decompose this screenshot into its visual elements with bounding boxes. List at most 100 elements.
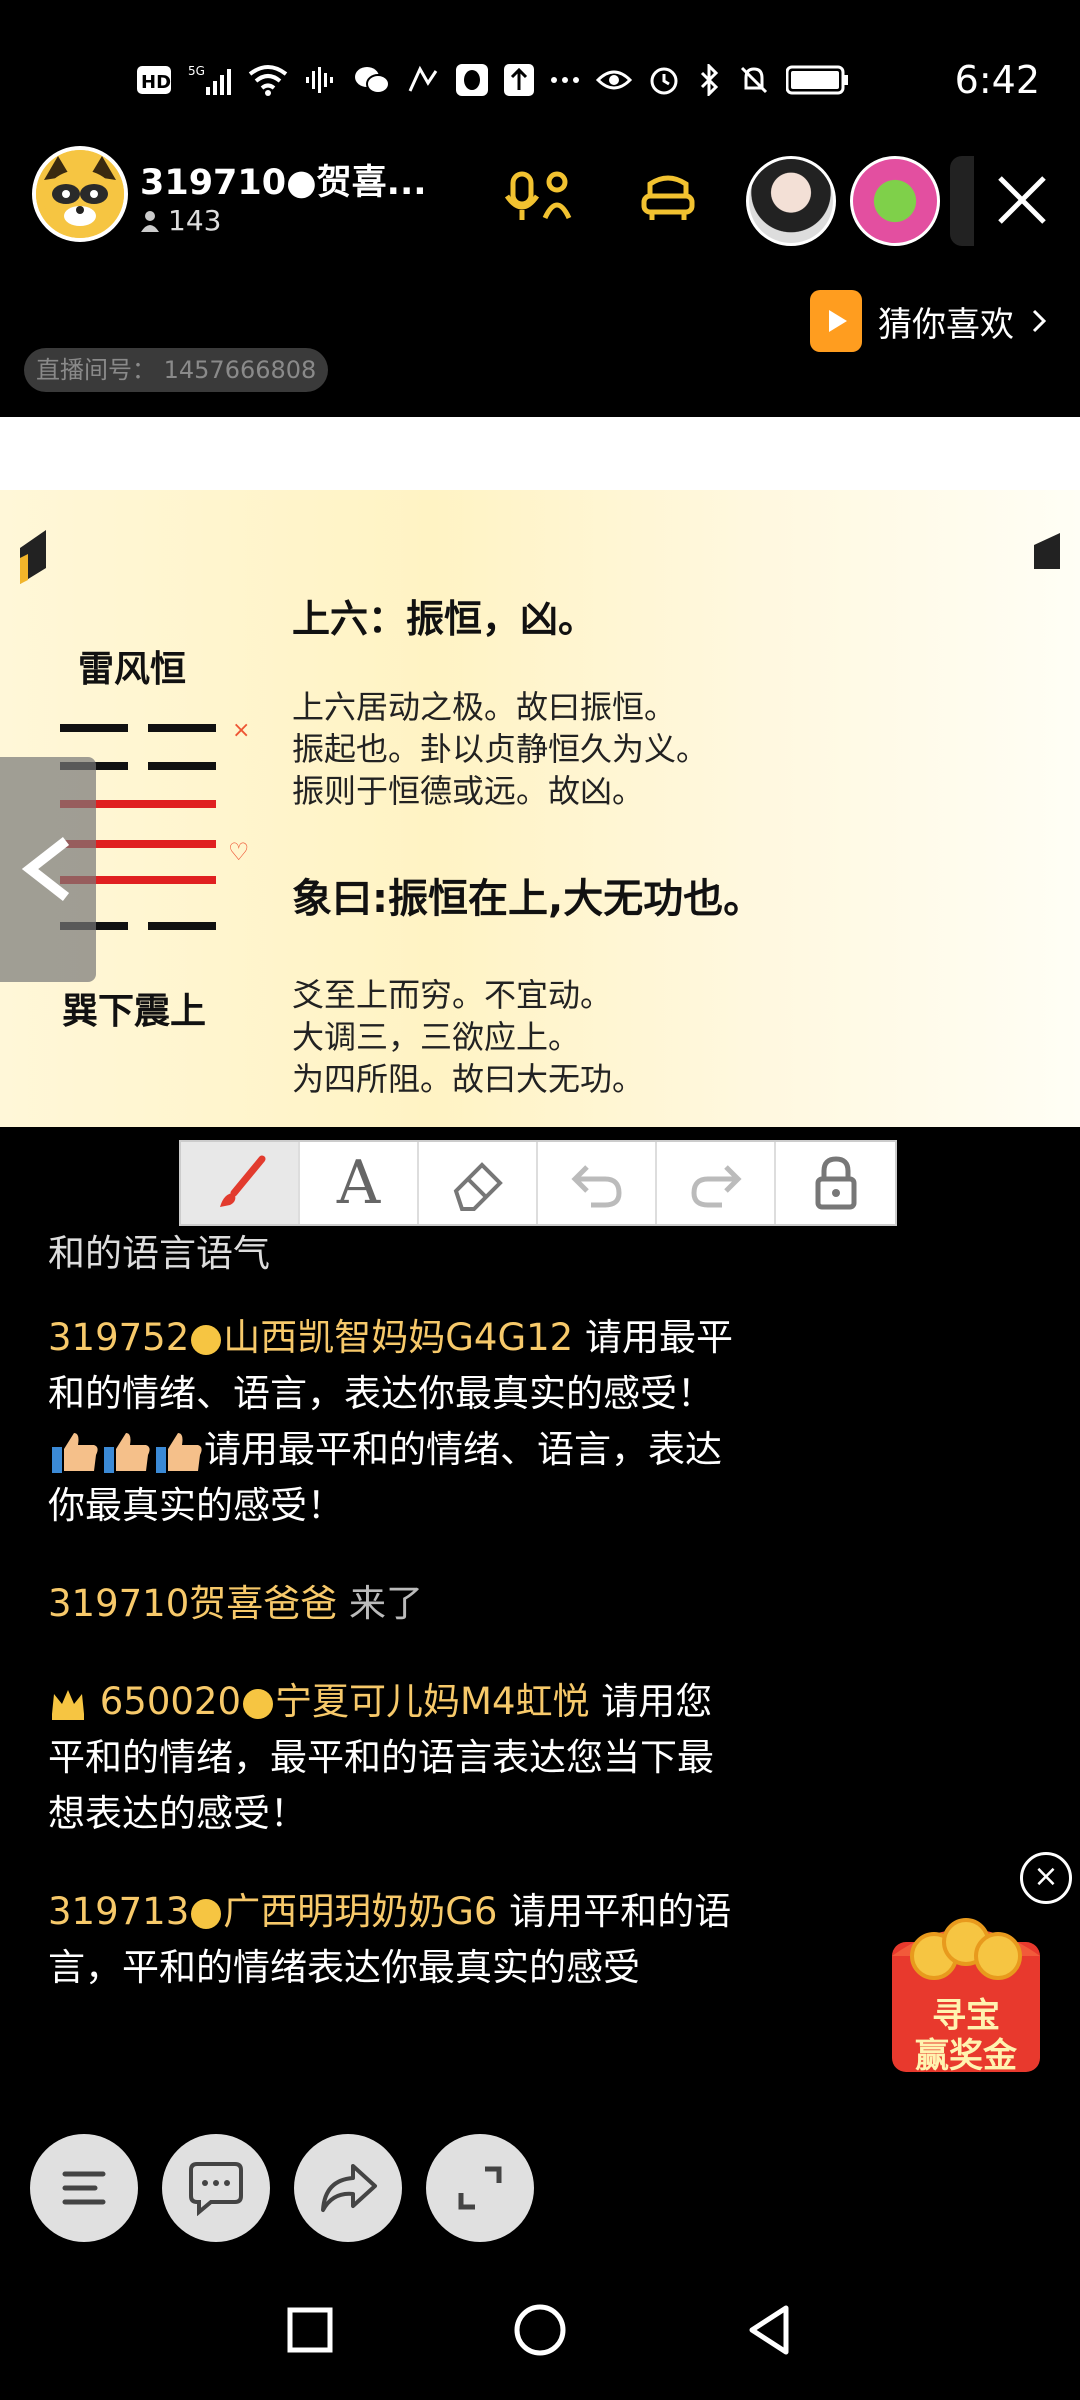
recent-apps-button[interactable] [280, 2300, 340, 2360]
svg-text:HD: HD [141, 72, 171, 93]
commentary-2-line: 爻至上而穷。不宜动。 [292, 976, 613, 1014]
chat-bubble-icon [189, 2162, 243, 2216]
share-button[interactable] [294, 2134, 402, 2242]
play-icon [810, 290, 862, 352]
thumbs-up-icon [152, 1429, 204, 1475]
upload-icon [504, 62, 534, 98]
person-icon [141, 210, 159, 232]
circle-icon [514, 2304, 566, 2356]
status-bar: HD 5G 6:42 [0, 0, 1080, 150]
wifi-icon [248, 62, 288, 98]
alarm-icon [648, 62, 680, 98]
menu-icon [62, 2171, 106, 2205]
eraser-icon [453, 1162, 503, 1211]
more-icon [550, 62, 580, 98]
chat-user-name[interactable]: 宁夏可儿妈M4虹悦 [275, 1680, 589, 1723]
app-icon [406, 62, 440, 98]
previous-page-button[interactable] [0, 757, 96, 982]
eraser-tool[interactable] [419, 1142, 538, 1224]
fullscreen-button[interactable] [426, 2134, 534, 2242]
back-triangle-icon [749, 2305, 789, 2355]
xiang-statement: 象曰:振恒在上,大无功也。 [292, 876, 764, 922]
chat-user-name[interactable]: 广西明玥奶奶G6 [223, 1890, 497, 1933]
chat-join-text: 来了 [349, 1582, 424, 1625]
text-tool[interactable]: A [300, 1142, 419, 1224]
treasure-reward-button[interactable]: 寻宝 赢奖金 [886, 1902, 1046, 2080]
chat-user-name[interactable]: 山西凯智妈妈G4G12 [223, 1316, 573, 1359]
fan-badge-icon [191, 1898, 222, 1929]
host-name[interactable]: 319710●贺喜... [140, 154, 427, 205]
lock-tool[interactable] [776, 1142, 895, 1224]
status-icons: HD 5G [136, 58, 850, 102]
mic-link-button[interactable] [504, 168, 575, 224]
hexagram-name: 雷风恒 [78, 649, 187, 690]
eye-icon [596, 62, 632, 98]
commentary-1-line: 振起也。卦以贞静恒久为义。 [292, 730, 709, 768]
undo-icon [570, 1165, 622, 1208]
chat-partial-text: 和的语言语气 [48, 1232, 270, 1275]
battery-icon [786, 62, 850, 98]
home-button[interactable] [510, 2300, 570, 2360]
fan-badge-icon [243, 1688, 274, 1719]
fan-badge-icon [191, 1324, 222, 1355]
chat-user-id[interactable]: 319710贺喜爸爸 [48, 1582, 337, 1625]
commentary-2: 爻至上而穷。不宜动。 大调三，三欲应上。 为四所阻。故曰大无功。 [292, 974, 644, 1100]
crown-icon [48, 1684, 88, 1724]
back-button[interactable] [740, 2300, 800, 2360]
svg-text:5G: 5G [188, 64, 205, 78]
viewer-count-value: 143 [168, 204, 222, 237]
commentary-1-line: 上六居动之极。故曰振恒。 [292, 688, 677, 726]
viewer-count: 143 [140, 204, 221, 237]
bluetooth-icon [696, 62, 722, 98]
close-reward-button[interactable]: × [1020, 1852, 1072, 1904]
recommend-button[interactable]: 猜你喜欢 [810, 290, 1048, 352]
page-marker-left-icon [20, 530, 46, 584]
close-icon[interactable] [990, 168, 1054, 232]
square-icon [287, 2307, 333, 2353]
commentary-1-line: 振则于恒德或远。故凶。 [292, 772, 645, 810]
changing-line-mark: × [232, 718, 251, 743]
redo-tool[interactable] [657, 1142, 776, 1224]
fullscreen-icon [458, 2166, 502, 2210]
viewer-avatar-3[interactable] [950, 156, 974, 246]
chat-user-id[interactable]: 319713 [48, 1890, 189, 1933]
thumbs-up-icon [100, 1429, 152, 1475]
reward-line-2: 赢奖金 [915, 2036, 1017, 2076]
host-avatar[interactable] [32, 146, 128, 242]
recommend-label: 猜你喜欢 [878, 304, 1014, 345]
chat-message: 650020 宁夏可儿妈M4虹悦 请用您平和的情绪，最平和的语言表达您当下最想表达… [48, 1674, 748, 1842]
signal-icon: 5G [188, 62, 232, 98]
page-marker-right-icon [1034, 533, 1060, 569]
viewer-avatar-2[interactable] [850, 156, 940, 246]
chevron-left-icon [21, 837, 70, 901]
room-id-badge: 直播间号： 1457666808 [24, 348, 329, 392]
chat-user-id[interactable]: 650020 [100, 1680, 241, 1723]
chat-user-id[interactable]: 319752 [48, 1316, 189, 1359]
lock-icon [815, 1156, 856, 1210]
qq-icon [456, 62, 488, 98]
clock: 6:42 [954, 58, 1040, 102]
wechat-icon [354, 62, 390, 98]
chevron-right-icon [1032, 309, 1047, 333]
viewer-avatar-1[interactable] [746, 156, 836, 246]
thumbs-up-icon [48, 1429, 100, 1475]
audio-icon [304, 62, 338, 98]
chat-message: 319752 山西凯智妈妈G4G12 请用最平和的情绪、语言，表达你最真实的感受！… [48, 1310, 748, 1534]
commentary-1: 上六居动之极。故曰振恒。 振起也。卦以贞静恒久为义。 振则于恒德或远。故凶。 [292, 686, 708, 812]
undo-tool[interactable] [538, 1142, 657, 1224]
mute-icon [738, 62, 770, 98]
chat-join-message: 319710贺喜爸爸 来了 [48, 1576, 748, 1632]
menu-button[interactable] [30, 2134, 138, 2242]
chat-list[interactable]: 和的语言语气 319752 山西凯智妈妈G4G12 请用最平和的情绪、语言，表达你… [48, 1226, 748, 2038]
text-tool-glyph: A [336, 1148, 381, 1218]
redo-icon [690, 1165, 742, 1208]
brush-tool[interactable] [181, 1142, 300, 1224]
hd-icon: HD [136, 62, 172, 98]
brush-icon [219, 1155, 265, 1207]
share-icon [321, 2164, 377, 2212]
commentary-2-line: 大调三，三欲应上。 [292, 1018, 581, 1056]
sofa-seat-button[interactable] [640, 170, 696, 226]
chat-message: 319713 广西明玥奶奶G6 请用平和的语言，平和的情绪表达你最真实的感受 [48, 1884, 748, 1996]
hexagram-trigrams: 巽下震上 [62, 991, 207, 1032]
chat-input-button[interactable] [162, 2134, 270, 2242]
